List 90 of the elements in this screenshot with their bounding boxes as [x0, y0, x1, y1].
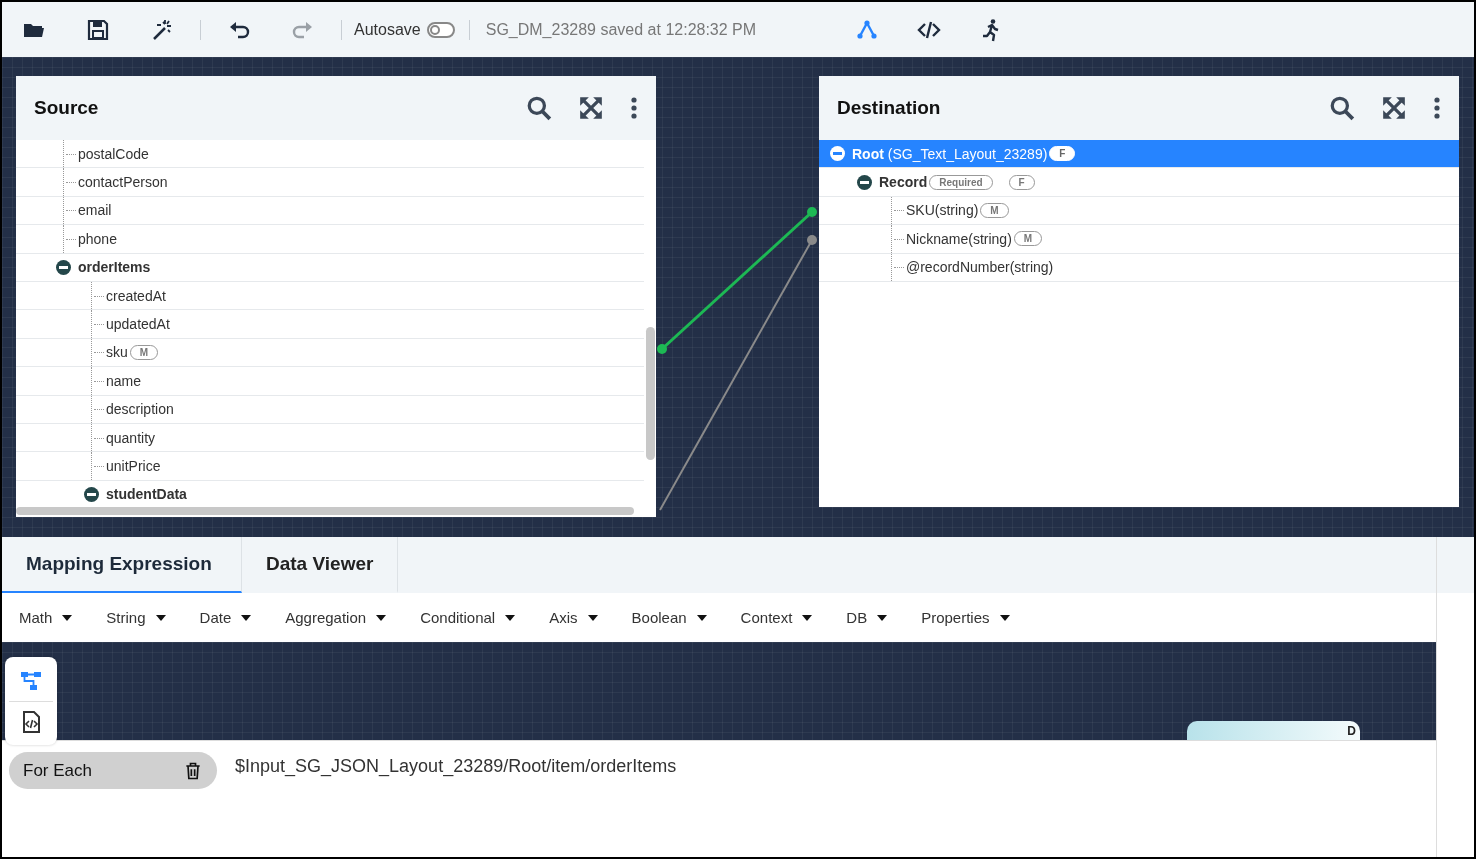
tree-node-label[interactable]: email: [78, 202, 112, 219]
tab[interactable]: Mapping Expression: [2, 537, 242, 593]
scrollbar-thumb[interactable]: [646, 327, 655, 460]
tree-node-label[interactable]: sku: [106, 344, 128, 361]
tag-label: M: [980, 202, 1009, 218]
function-chip[interactable]: For Each: [9, 752, 217, 789]
function-menu[interactable]: Date: [199, 609, 252, 626]
function-node[interactable]: D: [1187, 721, 1360, 740]
caret-icon: [62, 614, 73, 621]
caret-icon: [696, 614, 707, 621]
tree-row[interactable]: Root (SG_Text_Layout_23289) F: [819, 140, 1459, 169]
function-menu[interactable]: Conditional: [420, 609, 516, 626]
expand-icon[interactable]: [1381, 95, 1407, 121]
mapping-view-icon: [855, 17, 880, 42]
tree-row[interactable]: description: [16, 395, 644, 424]
more-options-icon[interactable]: [1433, 95, 1441, 121]
tree-row[interactable]: SKU(string) M: [819, 196, 1459, 226]
tag-label: M: [1013, 231, 1043, 247]
caret-icon: [877, 614, 888, 621]
tree-node-label[interactable]: studentData: [106, 486, 187, 503]
tree-node-label[interactable]: SKU(string): [906, 202, 979, 219]
function-name: For Each: [23, 760, 93, 781]
tag-label: M: [129, 344, 159, 360]
tree-row[interactable]: Record Required F: [819, 168, 1459, 197]
caret-icon: [999, 614, 1010, 621]
tag-label: F: [1008, 174, 1035, 190]
delete-icon[interactable]: [183, 760, 203, 781]
expand-icon[interactable]: [578, 95, 604, 121]
tree-node-label[interactable]: unitPrice: [106, 458, 161, 474]
panel-title: Source: [34, 97, 100, 119]
tree-row[interactable]: postalCode: [16, 140, 644, 169]
tree-row[interactable]: updatedAt: [16, 310, 644, 339]
tree-row[interactable]: email: [16, 196, 644, 226]
collapse-icon[interactable]: [857, 174, 872, 190]
save-status-text: SG_DM_23289 saved at 12:28:32 PM: [485, 20, 757, 39]
autosave-label: Autosave: [354, 20, 421, 39]
tree-node-label[interactable]: updatedAt: [106, 316, 170, 333]
expression-path: $Input_SG_JSON_Layout_23289/Root/item/orderItems: [235, 756, 677, 777]
tree-row[interactable]: name: [16, 367, 644, 396]
tree-row[interactable]: sku M: [16, 338, 644, 368]
tree-node-label[interactable]: quantity: [106, 429, 156, 446]
tree-node-label[interactable]: Root (SG_Text_Layout_23289): [852, 145, 1048, 162]
tree-node-label[interactable]: @recordNumber(string): [906, 259, 1054, 276]
tree-node-label[interactable]: postalCode: [78, 145, 149, 162]
tag-label: Required: [929, 174, 993, 190]
function-menu[interactable]: Axis: [549, 609, 598, 626]
tree-diagram-icon: [19, 669, 43, 693]
tree-row[interactable]: unitPrice: [16, 452, 644, 481]
tree-row[interactable]: orderItems: [16, 253, 644, 282]
caret-icon: [587, 614, 598, 621]
function-menu[interactable]: String: [106, 609, 166, 626]
caret-icon: [155, 614, 166, 621]
tree-node-label[interactable]: Nickname(string): [906, 230, 1012, 247]
function-menu[interactable]: DB: [846, 609, 888, 626]
save-icon: [86, 17, 110, 42]
panel-title: Destination: [837, 97, 942, 119]
more-options-icon[interactable]: [630, 95, 638, 121]
mapping-connector[interactable]: [659, 235, 817, 511]
tree-node-label[interactable]: description: [106, 401, 174, 418]
tree-node-label[interactable]: contactPerson: [78, 174, 168, 191]
tree-node-label[interactable]: createdAt: [106, 287, 166, 304]
tree-row[interactable]: createdAt: [16, 281, 644, 311]
caret-icon: [376, 614, 387, 621]
tree-node-label[interactable]: name: [106, 372, 142, 389]
caret-icon: [241, 614, 252, 621]
tree-row[interactable]: @recordNumber(string): [819, 253, 1459, 282]
autosave-toggle[interactable]: [426, 21, 455, 38]
tree-row[interactable]: Nickname(string) M: [819, 225, 1459, 254]
tag-label: F: [1049, 146, 1076, 162]
tree-node-label[interactable]: Record: [879, 174, 928, 191]
tree-row[interactable]: phone: [16, 225, 644, 254]
caret-icon: [505, 614, 516, 621]
tree-row[interactable]: quantity: [16, 423, 644, 453]
scrollbar-thumb[interactable]: [16, 507, 634, 515]
node-label: D: [1347, 723, 1356, 738]
search-icon[interactable]: [1329, 95, 1355, 121]
function-menu[interactable]: Context: [740, 609, 813, 626]
function-menu[interactable]: Math: [19, 609, 73, 626]
tab[interactable]: Data Viewer: [242, 537, 399, 593]
tree-node-label[interactable]: phone: [78, 230, 117, 247]
function-menu[interactable]: Aggregation: [285, 609, 387, 626]
tree-row[interactable]: contactPerson: [16, 168, 644, 197]
mapping-connector[interactable]: [657, 207, 817, 354]
caret-icon: [802, 614, 813, 621]
tree-node-label[interactable]: orderItems: [78, 259, 151, 276]
function-menu[interactable]: Boolean: [631, 609, 707, 626]
collapse-icon[interactable]: [84, 486, 99, 502]
search-icon[interactable]: [526, 95, 552, 121]
collapse-icon[interactable]: [56, 259, 71, 275]
function-menu[interactable]: Properties: [921, 609, 1010, 626]
